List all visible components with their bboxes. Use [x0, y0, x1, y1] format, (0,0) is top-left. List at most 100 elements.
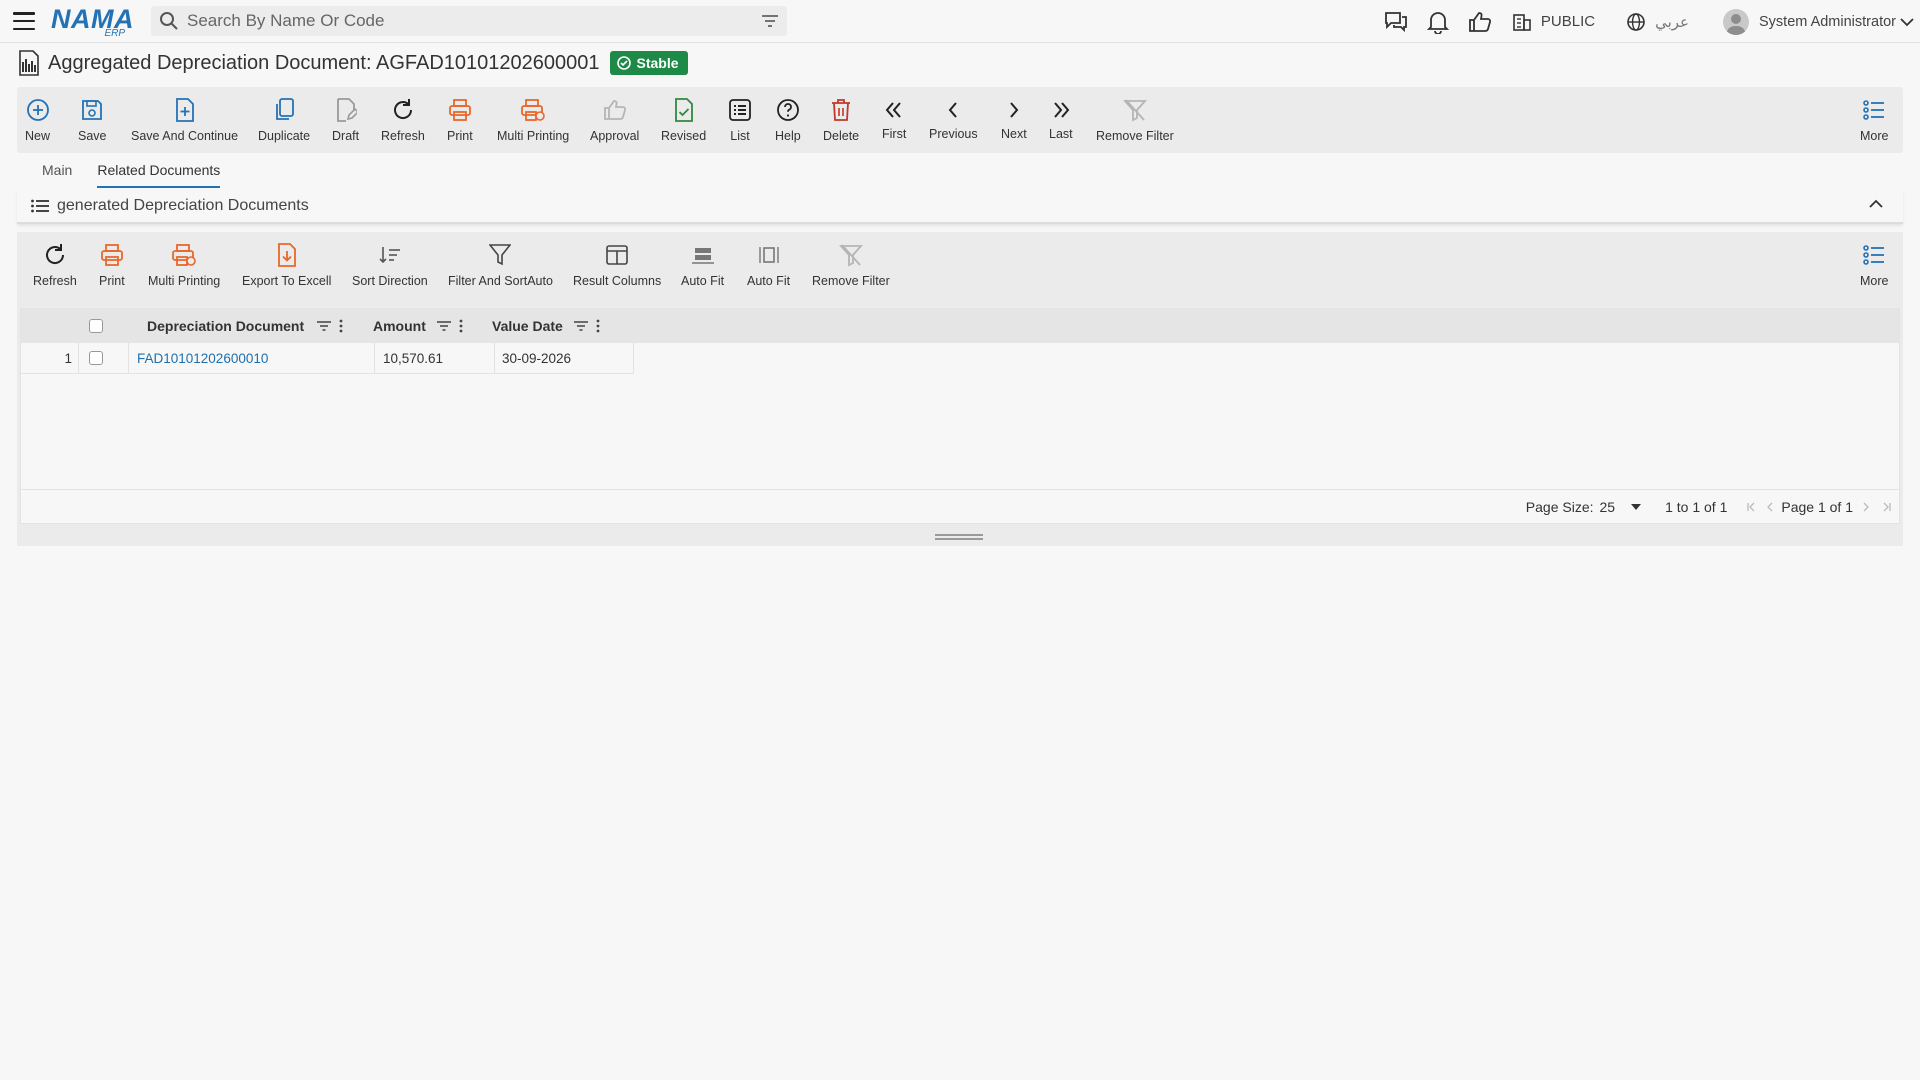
last-label: Last — [1049, 127, 1073, 141]
save-and-continue-button[interactable]: Save And Continue — [131, 87, 238, 153]
prev-page-icon[interactable] — [1765, 502, 1775, 512]
search-box — [151, 6, 787, 36]
help-button[interactable]: Help — [775, 87, 801, 153]
refresh-icon — [45, 244, 64, 264]
menu-icon[interactable] — [13, 12, 35, 30]
next-page-icon[interactable] — [1861, 502, 1871, 512]
user-name[interactable]: System Administrator — [1759, 14, 1896, 30]
sort-direction-button[interactable]: Sort Direction — [352, 232, 428, 298]
grid-print-button[interactable]: Print — [99, 232, 125, 298]
status-text: Stable — [636, 55, 679, 71]
building-icon[interactable] — [1509, 9, 1535, 35]
page-size-select[interactable]: 25 — [1600, 499, 1642, 515]
chevron-left-icon — [948, 102, 958, 118]
first-button[interactable]: First — [882, 87, 906, 153]
remove-filter-button[interactable]: Remove Filter — [1096, 87, 1174, 153]
column-label: Amount — [373, 318, 426, 334]
filter-and-sort-label: Filter And SortAuto — [448, 274, 553, 288]
document-icon — [19, 50, 39, 76]
grid-more-button[interactable]: More — [1860, 232, 1888, 298]
tab-main[interactable]: Main — [42, 158, 72, 188]
depreciation-document-link[interactable]: FAD10101202600010 — [129, 343, 375, 374]
top-bar: NAMA ERP PUBLIC عربي System Administrato… — [0, 0, 1920, 43]
branch-label[interactable]: PUBLIC — [1541, 13, 1595, 30]
columns-icon — [606, 245, 628, 265]
new-button[interactable]: New — [25, 87, 50, 153]
delete-button[interactable]: Delete — [823, 87, 859, 153]
row-range: 1 to 1 of 1 — [1665, 498, 1728, 515]
print-button[interactable]: Print — [447, 87, 473, 153]
refresh-button[interactable]: Refresh — [381, 87, 425, 153]
grid-refresh-button[interactable]: Refresh — [33, 232, 77, 298]
column-header-amount[interactable]: Amount — [373, 309, 426, 343]
grid-remove-filter-button[interactable]: Remove Filter — [812, 232, 890, 298]
main-toolbar: New Save Save And Continue Duplicate Dra… — [17, 87, 1903, 153]
column-menu-icon[interactable] — [339, 309, 343, 343]
copy-icon — [276, 98, 294, 120]
chevron-down-icon[interactable] — [1900, 17, 1914, 27]
export-excel-button[interactable]: Export To Excell — [242, 232, 331, 298]
column-filter-icon[interactable] — [574, 309, 588, 343]
column-filter-icon[interactable] — [317, 309, 331, 343]
search-input[interactable] — [187, 11, 761, 31]
chat-icon[interactable] — [1383, 9, 1409, 35]
save-button[interactable]: Save — [78, 87, 107, 153]
column-label: Value Date — [492, 318, 563, 334]
first-page-icon[interactable] — [1747, 502, 1757, 512]
column-filter-icon[interactable] — [437, 309, 451, 343]
column-header-value-date[interactable]: Value Date — [492, 309, 563, 343]
column-menu-icon[interactable] — [596, 309, 600, 343]
grid-panel: Refresh Print Multi Printing Export To E… — [17, 232, 1903, 546]
select-all-checkbox[interactable] — [89, 309, 103, 343]
last-button[interactable]: Last — [1049, 87, 1073, 153]
filter-lines-icon[interactable] — [761, 14, 779, 28]
save-label: Save — [78, 129, 107, 143]
resize-handle[interactable] — [935, 534, 983, 540]
last-page-icon[interactable] — [1881, 502, 1891, 512]
tab-related-documents[interactable]: Related Documents — [97, 158, 221, 188]
revised-button[interactable]: Revised — [661, 87, 706, 153]
column-menu-icon[interactable] — [459, 309, 463, 343]
draft-button[interactable]: Draft — [332, 87, 359, 153]
grid-multi-printing-button[interactable]: Multi Printing — [148, 232, 220, 298]
filter-and-sort-button[interactable]: Filter And SortAuto — [448, 232, 553, 298]
previous-button[interactable]: Previous — [929, 87, 978, 153]
file-edit-icon — [336, 98, 357, 122]
filter-off-icon — [838, 244, 863, 267]
printer-icon — [100, 244, 123, 266]
language-switch[interactable]: عربي — [1655, 13, 1689, 31]
chevrons-right-icon — [1054, 102, 1070, 118]
funnel-icon — [489, 244, 512, 266]
chevron-up-icon[interactable] — [1869, 199, 1883, 209]
auto-fit-rows-button[interactable]: Auto Fit — [681, 232, 724, 298]
result-columns-button[interactable]: Result Columns — [573, 232, 661, 298]
row-checkbox[interactable] — [79, 343, 129, 374]
approval-button[interactable]: Approval — [590, 87, 639, 153]
auto-fit-columns-button[interactable]: Auto Fit — [747, 232, 790, 298]
grid-header: Depreciation Document Amount Value Date — [21, 309, 1899, 343]
grid-more-label: More — [1860, 274, 1889, 288]
list-button[interactable]: List — [728, 87, 752, 153]
list-bullets-icon — [1863, 245, 1885, 265]
column-label: Depreciation Document — [147, 318, 305, 334]
more-button[interactable]: More — [1860, 87, 1888, 153]
bell-icon[interactable] — [1425, 9, 1451, 35]
remove-filter-label: Remove Filter — [1096, 129, 1174, 143]
globe-icon[interactable] — [1623, 9, 1649, 35]
trash-icon — [832, 99, 851, 121]
grid-pagination: Page Size: 25 1 to 1 of 1 Page 1 of 1 — [21, 489, 1899, 523]
column-header-depreciation-document[interactable]: Depreciation Document — [147, 309, 304, 343]
multi-printing-button[interactable]: Multi Printing — [497, 87, 569, 153]
file-download-icon — [277, 243, 296, 267]
draft-label: Draft — [332, 129, 360, 143]
avatar[interactable] — [1723, 8, 1749, 35]
grid-print-label: Print — [99, 274, 125, 288]
help-label: Help — [775, 129, 801, 143]
auto-fit-rows-icon — [691, 248, 714, 264]
section-header[interactable]: generated Depreciation Documents — [17, 190, 1903, 224]
thumbs-up-icon[interactable] — [1467, 9, 1493, 35]
next-button[interactable]: Next — [1001, 87, 1027, 153]
logo[interactable]: NAMA ERP — [51, 4, 134, 39]
duplicate-button[interactable]: Duplicate — [258, 87, 310, 153]
file-plus-icon — [175, 98, 194, 122]
